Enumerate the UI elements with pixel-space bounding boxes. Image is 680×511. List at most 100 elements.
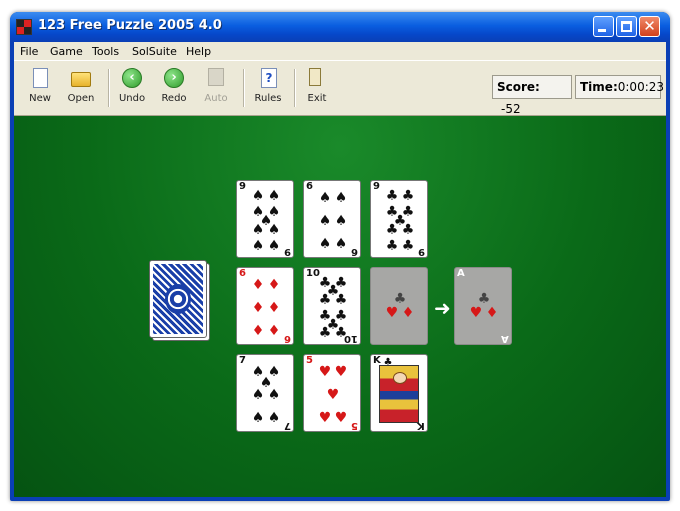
diamond-icon: ♦: [401, 305, 415, 321]
app-window: 123 Free Puzzle 2005 4.0 ✕ File Game Too…: [10, 12, 670, 501]
toolbar-separator: [108, 69, 110, 107]
menu-game[interactable]: Game: [50, 45, 83, 58]
time-value: 0:00:23: [617, 80, 665, 94]
exit-door-icon: [309, 68, 321, 86]
menu-tools[interactable]: Tools: [92, 45, 119, 58]
card-pips: ♣ ♣ ♣ ♣ ♣ ♣ ♣ ♣ ♣: [379, 187, 421, 253]
open-label: Open: [67, 93, 95, 104]
card-6-spades[interactable]: 6 6 ♠ ♠ ♠ ♠ ♠ ♠: [303, 180, 361, 258]
heart-icon: ♥: [318, 410, 332, 426]
toolbar-separator: [294, 69, 296, 107]
close-button[interactable]: ✕: [639, 16, 660, 37]
game-board: 9 9 ♠ ♠ ♠ ♠ ♠ ♠ ♠ ♠ ♠ 6 6 ♠ ♠ ♠ ♠ ♠ ♠ 9 …: [14, 116, 666, 497]
club-icon: ♣: [318, 325, 332, 341]
heart-icon: ♥: [385, 305, 399, 321]
card-pips: ♣ ♣ ♣ ♣ ♣ ♣ ♣ ♣ ♣ ♣: [312, 274, 354, 340]
card-7-spades[interactable]: 7 7 ♠ ♠ ♠ ♠ ♠ ♠ ♠: [236, 354, 294, 432]
diamond-icon: ♦: [251, 277, 265, 293]
app-icon[interactable]: [16, 19, 32, 35]
card-pips: ♣ ♥ ♦: [379, 274, 421, 340]
card-back-pattern: [153, 264, 203, 334]
card-king-clubs[interactable]: K K ♣: [370, 354, 428, 432]
card-pips: ♠ ♠ ♠ ♠ ♠ ♠: [312, 187, 354, 253]
club-icon: ♣: [393, 291, 407, 307]
club-icon: ♣: [385, 222, 399, 238]
card-6-diamonds[interactable]: 6 6 ♦ ♦ ♦ ♦ ♦ ♦: [236, 267, 294, 345]
auto-icon: [208, 68, 224, 86]
rules-label: Rules: [254, 93, 282, 104]
spade-icon: ♠: [267, 387, 281, 403]
card-10-clubs[interactable]: 10 10 ♣ ♣ ♣ ♣ ♣ ♣ ♣ ♣ ♣ ♣: [303, 267, 361, 345]
window-title: 123 Free Puzzle 2005 4.0: [38, 18, 222, 33]
discard-ghost-card[interactable]: ♣ ♥ ♦: [370, 267, 428, 345]
exit-label: Exit: [307, 93, 327, 104]
spade-icon: ♠: [267, 238, 281, 254]
heart-icon: ♥: [318, 364, 332, 380]
menu-file[interactable]: File: [20, 45, 38, 58]
diamond-icon: ♦: [251, 300, 265, 316]
auto-label: Auto: [204, 93, 228, 104]
club-icon: ♣: [401, 188, 415, 204]
menu-help[interactable]: Help: [186, 45, 211, 58]
club-icon: ♣: [385, 238, 399, 254]
spade-icon: ♠: [251, 222, 265, 238]
spade-icon: ♠: [334, 236, 348, 252]
club-icon: ♣: [477, 291, 491, 307]
minimize-button[interactable]: [593, 16, 614, 37]
card-pips: ♠ ♠ ♠ ♠ ♠ ♠ ♠: [245, 361, 287, 427]
heart-icon: ♥: [469, 305, 483, 321]
diamond-icon: ♦: [267, 277, 281, 293]
exit-button[interactable]: Exit: [298, 66, 336, 112]
spade-icon: ♠: [251, 238, 265, 254]
arrow-right-icon: ➜: [434, 296, 451, 320]
club-icon: ♣: [334, 325, 348, 341]
stock-pile[interactable]: [149, 260, 207, 338]
foundation-card-ace[interactable]: A A ♣ ♥ ♦: [454, 267, 512, 345]
undo-label: Undo: [118, 93, 146, 104]
club-icon: ♣: [385, 188, 399, 204]
card-5-hearts[interactable]: 5 5 ♥ ♥ ♥ ♥ ♥: [303, 354, 361, 432]
spade-icon: ♠: [334, 213, 348, 229]
rules-button[interactable]: ? Rules: [249, 66, 287, 112]
card-pips: ♠ ♠ ♠ ♠ ♠ ♠ ♠ ♠ ♠: [245, 187, 287, 253]
club-icon: ♣: [318, 292, 332, 308]
spade-icon: ♠: [267, 410, 281, 426]
toolbar: New Open ‹ Undo › Redo Auto ? Rules Exit: [14, 60, 666, 116]
spade-icon: ♠: [318, 236, 332, 252]
spade-icon: ♠: [267, 222, 281, 238]
new-document-icon: [33, 68, 48, 88]
spade-icon: ♠: [251, 188, 265, 204]
spade-icon: ♠: [251, 387, 265, 403]
time-panel: Time:0:00:23: [575, 75, 665, 99]
diamond-icon: ♦: [251, 323, 265, 339]
club-icon: ♣: [401, 222, 415, 238]
card-9-spades[interactable]: 9 9 ♠ ♠ ♠ ♠ ♠ ♠ ♠ ♠ ♠: [236, 180, 294, 258]
redo-arrow-icon: ›: [164, 68, 184, 88]
new-button[interactable]: New: [21, 66, 59, 112]
maximize-button[interactable]: [616, 16, 637, 37]
close-icon: ✕: [643, 17, 656, 35]
redo-button[interactable]: › Redo: [155, 66, 193, 112]
time-label: Time:: [580, 80, 618, 94]
diamond-icon: ♦: [485, 305, 499, 321]
undo-button[interactable]: ‹ Undo: [113, 66, 151, 112]
heart-icon: ♥: [326, 387, 340, 403]
open-button[interactable]: Open: [62, 66, 100, 112]
title-bar[interactable]: 123 Free Puzzle 2005 4.0 ✕: [10, 12, 670, 42]
menu-bar: File Game Tools SolSuite Help: [14, 42, 666, 60]
king-face-icon: [379, 365, 419, 423]
minimize-icon: [598, 29, 606, 32]
diamond-icon: ♦: [267, 300, 281, 316]
score-label: Score:: [497, 80, 540, 94]
king-head: [393, 372, 407, 384]
card-pips: ♣ ♥ ♦: [463, 274, 505, 340]
card-9-clubs[interactable]: 9 9 ♣ ♣ ♣ ♣ ♣ ♣ ♣ ♣ ♣: [370, 180, 428, 258]
heart-icon: ♥: [334, 410, 348, 426]
maximize-icon: [621, 21, 632, 32]
menu-solsuite[interactable]: SolSuite: [132, 45, 177, 58]
new-label: New: [29, 93, 51, 104]
rules-help-icon: ?: [261, 68, 277, 88]
spade-icon: ♠: [251, 410, 265, 426]
spade-icon: ♠: [267, 188, 281, 204]
auto-button[interactable]: Auto: [197, 66, 235, 112]
